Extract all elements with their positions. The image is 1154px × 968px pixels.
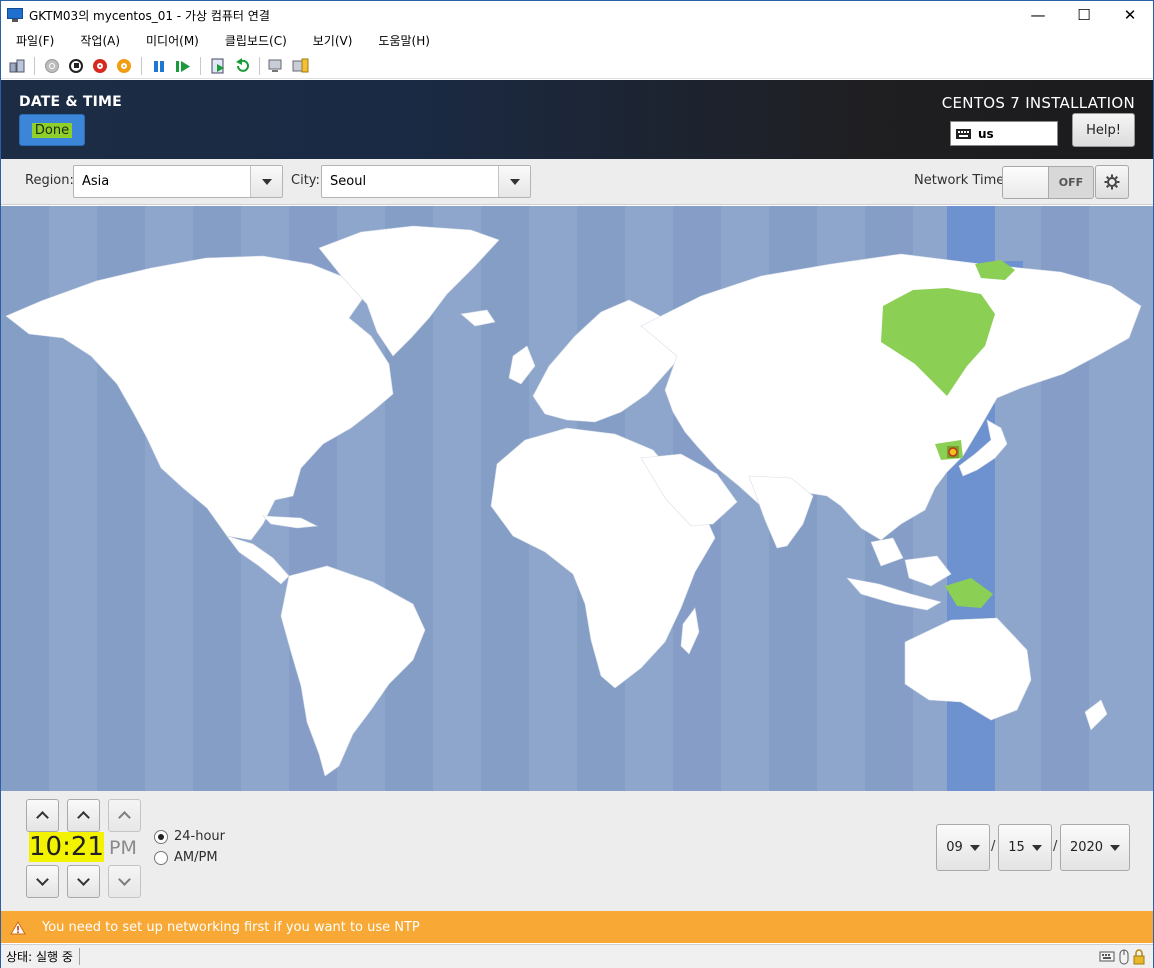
month-value: 09 [946, 840, 963, 855]
checkpoint-icon[interactable] [209, 57, 227, 75]
time-display: 10:21 [29, 832, 104, 862]
chevron-down-icon [969, 844, 980, 851]
menu-clipboard[interactable]: 클립보드(C) [225, 32, 287, 49]
chevron-up-icon [36, 811, 49, 824]
revert-icon[interactable] [233, 57, 251, 75]
resume-icon[interactable] [174, 57, 192, 75]
network-time-state: OFF [1058, 176, 1084, 189]
maximize-button[interactable]: ☐ [1061, 1, 1107, 29]
turn-off-icon[interactable] [67, 57, 85, 75]
year-value: 2020 [1069, 840, 1104, 855]
year-combo[interactable]: 2020 [1060, 824, 1130, 871]
close-button[interactable]: ✕ [1107, 1, 1153, 29]
toolbar-separator [34, 56, 35, 75]
radio-unselected-icon [154, 850, 168, 865]
region-bar: Region: Asia City: Seoul Network Time [1, 159, 1153, 205]
share-icon[interactable] [292, 57, 310, 75]
minute-up-button[interactable] [67, 799, 100, 832]
network-time-label: Network Time [914, 173, 1005, 188]
keyboard-layout-label: us [978, 126, 994, 141]
format-24-hour-radio[interactable]: 24-hour [154, 829, 225, 844]
chevron-down-icon [1031, 844, 1042, 851]
date-separator: / [991, 839, 996, 854]
seoul-location-marker [947, 446, 959, 458]
format-ampm-label: AM/PM [174, 850, 218, 865]
warning-text: You need to set up networking first if y… [42, 919, 420, 935]
city-value: Seoul [330, 174, 367, 189]
menu-bar: 파일(F) 작업(A) 미디어(M) 클립보드(C) 보기(V) 도움말(H) [1, 29, 1153, 51]
time-date-area: 10:21 PM 24-hour AM/PM 09 / 15 / 2020 [1, 791, 1153, 911]
done-button[interactable]: Done [19, 114, 85, 146]
spoke-title: DATE & TIME [19, 94, 122, 110]
toolbar-separator [259, 56, 260, 75]
region-value: Asia [82, 174, 110, 189]
vm-monitor-icon [7, 8, 23, 22]
date-separator: / [1053, 839, 1058, 854]
warning-icon [10, 920, 26, 935]
switch-knob [1003, 167, 1049, 198]
hour-up-button[interactable] [26, 799, 59, 832]
chevron-up-icon [118, 811, 131, 824]
minimize-button[interactable]: — [1015, 1, 1061, 29]
menu-help[interactable]: 도움말(H) [378, 32, 430, 49]
chevron-down-icon [1110, 844, 1121, 851]
help-button[interactable]: Help! [1072, 113, 1135, 147]
chevron-down-icon [118, 873, 131, 886]
minute-down-button[interactable] [67, 865, 100, 898]
ampm-display: PM [109, 837, 137, 859]
vm-connection-window: GKTM03의 mycentos_01 - 가상 컴퓨터 연결 — ☐ ✕ 파일… [0, 0, 1154, 968]
done-label: Done [31, 122, 73, 138]
shutdown-icon[interactable] [91, 57, 109, 75]
hour-down-button[interactable] [26, 865, 59, 898]
day-value: 15 [1008, 840, 1025, 855]
menu-media[interactable]: 미디어(M) [146, 32, 199, 49]
timezone-map[interactable] [1, 206, 1153, 791]
keyboard-status-icon [1099, 951, 1115, 962]
pause-icon[interactable] [150, 57, 168, 75]
radio-selected-icon [154, 829, 168, 844]
format-24-hour-label: 24-hour [174, 829, 226, 844]
time-value: 10:21 [29, 832, 104, 862]
region-combo[interactable]: Asia [73, 165, 283, 198]
menu-action[interactable]: 작업(A) [80, 32, 120, 49]
enhanced-session-icon[interactable] [268, 57, 286, 75]
chevron-down-icon [498, 166, 530, 197]
title-bar: GKTM03의 mycentos_01 - 가상 컴퓨터 연결 — ☐ ✕ [1, 1, 1153, 29]
ntp-config-button[interactable] [1095, 165, 1129, 199]
toolbar-separator [141, 56, 142, 75]
gear-icon [1104, 174, 1120, 190]
toolbar [1, 53, 1153, 79]
day-combo[interactable]: 15 [998, 824, 1052, 871]
ntp-warning-bar: You need to set up networking first if y… [1, 911, 1153, 943]
chevron-down-icon [250, 166, 282, 197]
region-label: Region: [25, 173, 74, 188]
menu-view[interactable]: 보기(V) [313, 32, 353, 49]
mouse-status-icon [1119, 949, 1129, 965]
spoke-header: DATE & TIME Done CENTOS 7 INSTALLATION u… [1, 80, 1153, 159]
city-label: City: [291, 173, 320, 188]
chevron-down-icon [77, 873, 90, 886]
product-title: CENTOS 7 INSTALLATION [941, 94, 1135, 112]
ampm-down-button[interactable] [108, 865, 141, 898]
month-combo[interactable]: 09 [936, 824, 990, 871]
network-time-switch[interactable]: OFF [1002, 166, 1094, 199]
chevron-down-icon [36, 873, 49, 886]
ctrl-alt-del-icon[interactable] [8, 57, 26, 75]
start-icon[interactable] [43, 57, 61, 75]
format-ampm-radio[interactable]: AM/PM [154, 850, 218, 865]
window-title: GKTM03의 mycentos_01 - 가상 컴퓨터 연결 [29, 8, 270, 23]
ampm-up-button[interactable] [108, 799, 141, 832]
toolbar-separator [200, 56, 201, 75]
city-combo[interactable]: Seoul [321, 165, 531, 198]
menu-file[interactable]: 파일(F) [16, 32, 54, 49]
keyboard-layout-indicator[interactable]: us [950, 121, 1058, 146]
chevron-up-icon [77, 811, 90, 824]
keyboard-icon [956, 128, 971, 139]
status-bar: 상태: 실행 중 [1, 944, 1153, 968]
vm-status-text: 상태: 실행 중 [6, 948, 80, 965]
lock-icon [1133, 949, 1145, 965]
power-icon[interactable] [115, 57, 133, 75]
